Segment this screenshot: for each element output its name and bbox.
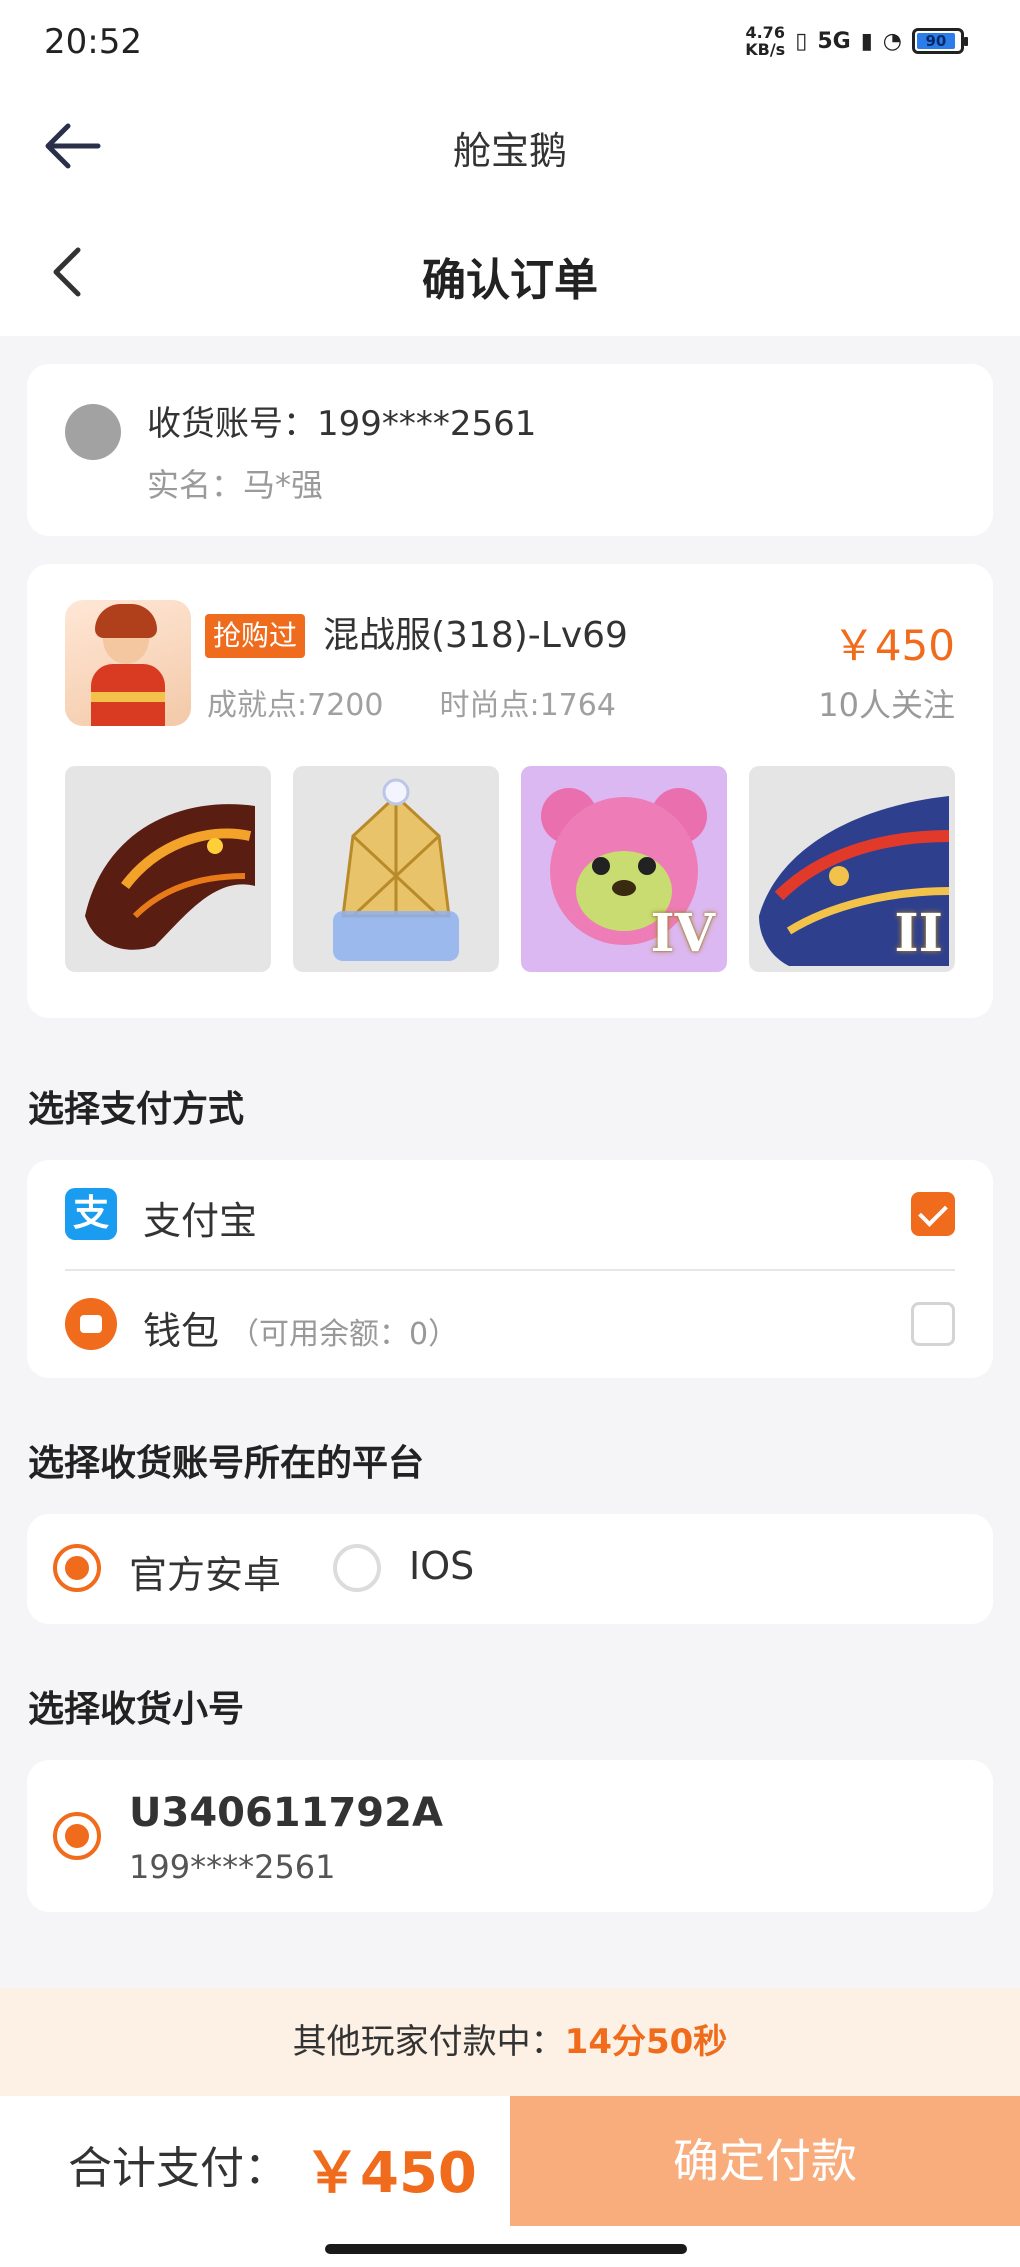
- wallet-label: 钱包: [143, 1309, 220, 1353]
- account-avatar-dot: [65, 404, 121, 460]
- flash-sale-tag: 抢购过: [205, 614, 306, 658]
- status-icons: 4.76 KB/s ▯ 5G ▮ ◔ 90: [745, 23, 968, 59]
- receiving-account-text: 收货账号：199****2561: [147, 404, 537, 444]
- alt-account-section-title: 选择收货小号: [28, 1689, 245, 1730]
- item-thumbnails: IV II: [65, 766, 955, 972]
- network-type-label: 5G: [817, 28, 851, 54]
- fashion-points: 时尚点:1764: [439, 688, 616, 723]
- product-price: ￥450: [832, 621, 955, 670]
- dragon-head-icon[interactable]: [65, 766, 271, 972]
- page-title: 确认订单: [422, 255, 598, 306]
- achievement-points: 成就点:7200: [207, 688, 384, 723]
- alipay-label: 支付宝: [143, 1199, 258, 1243]
- status-time: 20:52: [44, 22, 142, 62]
- real-name-text: 实名：马*强: [147, 466, 324, 504]
- battery-level: 90: [917, 33, 955, 49]
- confirm-payment-button[interactable]: 确定付款: [510, 2096, 1020, 2226]
- battery-icon: 90: [912, 28, 968, 54]
- alt-account-card[interactable]: U340611792A 199****2561: [27, 1760, 993, 1912]
- notice-countdown: 14分50秒: [564, 2022, 728, 2062]
- app-title: 舱宝鹅: [452, 129, 567, 173]
- wallet-label-group: 钱包 （可用余额：0）: [143, 1300, 458, 1355]
- follower-count: 10人关注: [818, 686, 955, 724]
- alt-account-phone: 199****2561: [129, 1848, 336, 1886]
- notice-text: 其他玩家付款中：: [292, 2022, 565, 2062]
- pink-bear-icon[interactable]: IV: [521, 766, 727, 972]
- receiving-account-card: 收货账号：199****2561 实名：马*强: [27, 364, 993, 536]
- crystal-crown-icon[interactable]: [293, 766, 499, 972]
- page-header: 确认订单: [0, 204, 1020, 336]
- tier-badge: II: [894, 903, 943, 964]
- wallet-icon: [65, 1298, 117, 1350]
- platform-card: 官方安卓 IOS: [27, 1514, 993, 1624]
- platform-section-title: 选择收货账号所在的平台: [28, 1443, 425, 1484]
- alt-account-id: U340611792A: [129, 1790, 443, 1836]
- tier-badge: IV: [650, 903, 715, 964]
- alipay-checkbox[interactable]: [911, 1192, 955, 1236]
- app-header: 舱宝鹅: [0, 88, 1020, 204]
- signal-icon: ▮: [860, 28, 873, 54]
- radio-official-android[interactable]: [53, 1544, 101, 1592]
- payment-option-wallet[interactable]: 钱包 （可用余额：0）: [27, 1270, 993, 1378]
- wifi-icon: ◔: [882, 28, 902, 54]
- network-speed: 4.76 KB/s: [745, 23, 786, 59]
- payment-option-alipay[interactable]: 支 支付宝: [27, 1160, 993, 1268]
- character-avatar: [65, 600, 191, 726]
- total-label: 合计支付：: [68, 2143, 288, 2194]
- payment-notice-bar: 其他玩家付款中：14分50秒: [0, 1988, 1020, 2096]
- alipay-icon: 支: [65, 1188, 117, 1240]
- status-bar: 20:52 4.76 KB/s ▯ 5G ▮ ◔ 90: [0, 0, 1020, 88]
- wallet-checkbox[interactable]: [911, 1302, 955, 1346]
- product-stats: 成就点:7200 时尚点:1764: [207, 680, 616, 724]
- platform-option-ios[interactable]: IOS: [409, 1544, 474, 1588]
- product-card[interactable]: 抢购过 混战服(318)-Lv69 ￥450 成就点:7200 时尚点:1764…: [27, 564, 993, 1018]
- radio-alt-account[interactable]: [53, 1812, 101, 1860]
- platform-option-android[interactable]: 官方安卓: [129, 1544, 281, 1599]
- product-name: 混战服(318)-Lv69: [323, 615, 628, 656]
- total-amount: ￥450: [304, 2141, 477, 2206]
- vibrate-icon: ▯: [795, 28, 808, 54]
- home-indicator[interactable]: [325, 2244, 687, 2254]
- blue-dragon-icon[interactable]: II: [749, 766, 955, 972]
- wallet-balance-note: （可用余额：0）: [229, 1317, 459, 1352]
- payment-section-title: 选择支付方式: [28, 1089, 245, 1130]
- radio-ios[interactable]: [333, 1544, 381, 1592]
- checkout-bar: 合计支付： ￥450 确定付款: [0, 2096, 1020, 2267]
- payment-method-card: 支 支付宝 钱包 （可用余额：0）: [27, 1160, 993, 1378]
